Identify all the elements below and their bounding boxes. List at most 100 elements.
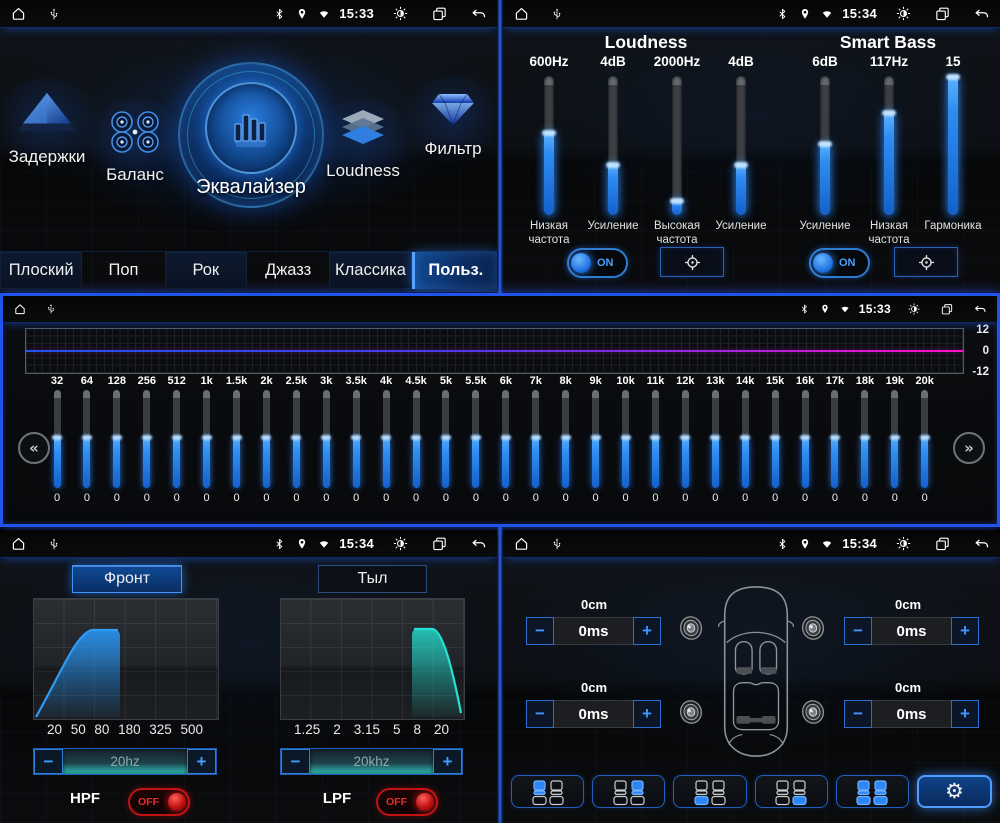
- hpf-off-toggle[interactable]: OFF: [128, 788, 190, 816]
- tab-front[interactable]: Фронт: [72, 565, 182, 593]
- eq-band-slider[interactable]: 12k 0: [671, 375, 699, 504]
- eq-band-slider[interactable]: 7k 0: [522, 375, 550, 504]
- slider-track[interactable]: [948, 76, 958, 215]
- brightness-icon[interactable]: [392, 535, 409, 552]
- brightness-icon[interactable]: [392, 5, 409, 22]
- eq-band-slider[interactable]: 5k 0: [432, 375, 460, 504]
- slider-track[interactable]: [608, 76, 618, 215]
- band-track[interactable]: [772, 390, 779, 488]
- eq-band-slider[interactable]: 128 0: [103, 375, 131, 504]
- smartbass-target-button[interactable]: [894, 247, 958, 277]
- slider-track[interactable]: [884, 76, 894, 215]
- band-track[interactable]: [383, 390, 390, 488]
- band-track[interactable]: [113, 390, 120, 488]
- band-track[interactable]: [861, 390, 868, 488]
- band-track[interactable]: [323, 390, 330, 488]
- eq-band-slider[interactable]: 3k 0: [312, 375, 340, 504]
- home-icon[interactable]: [13, 302, 27, 316]
- recents-icon[interactable]: [934, 535, 951, 552]
- eq-band-slider[interactable]: 8k 0: [552, 375, 580, 504]
- hpf-minus-button[interactable]: −: [34, 749, 63, 774]
- rear-left-plus-button[interactable]: +: [633, 700, 661, 728]
- eq-band-slider[interactable]: 1k 0: [193, 375, 221, 504]
- preset-tab-user[interactable]: Польз.: [412, 252, 497, 289]
- eq-band-slider[interactable]: 14k 0: [731, 375, 759, 504]
- front-right-minus-button[interactable]: −: [844, 617, 872, 645]
- vertical-slider[interactable]: 4dB Усиление: [709, 54, 773, 248]
- preset-tab-classic[interactable]: Классика: [329, 252, 411, 289]
- eq-band-slider[interactable]: 17k 0: [821, 375, 849, 504]
- home-icon[interactable]: [10, 5, 27, 22]
- lpf-off-toggle[interactable]: OFF: [376, 788, 438, 816]
- eq-band-slider[interactable]: 256 0: [133, 375, 161, 504]
- front-left-plus-button[interactable]: +: [633, 617, 661, 645]
- lpf-minus-button[interactable]: −: [281, 749, 310, 774]
- zone-button-all-seats[interactable]: [836, 775, 909, 808]
- home-icon[interactable]: [513, 5, 530, 22]
- eq-band-slider[interactable]: 10k 0: [612, 375, 640, 504]
- next-page-button[interactable]: »: [953, 432, 985, 464]
- brightness-icon[interactable]: [895, 5, 912, 22]
- eq-band-slider[interactable]: 20k 0: [911, 375, 939, 504]
- smartbass-on-toggle[interactable]: ON: [809, 248, 870, 278]
- slider-track[interactable]: [672, 76, 682, 215]
- home-icon[interactable]: [10, 535, 27, 552]
- eq-band-slider[interactable]: 18k 0: [851, 375, 879, 504]
- band-track[interactable]: [652, 390, 659, 488]
- back-icon[interactable]: [973, 535, 990, 552]
- band-track[interactable]: [263, 390, 270, 488]
- zone-button-rear-right[interactable]: [755, 775, 828, 808]
- band-track[interactable]: [712, 390, 719, 488]
- band-track[interactable]: [562, 390, 569, 488]
- band-track[interactable]: [413, 390, 420, 488]
- eq-band-slider[interactable]: 19k 0: [881, 375, 909, 504]
- eq-band-slider[interactable]: 2.5k 0: [282, 375, 310, 504]
- band-track[interactable]: [682, 390, 689, 488]
- eq-band-slider[interactable]: 5.5k 0: [462, 375, 490, 504]
- slider-track[interactable]: [736, 76, 746, 215]
- eq-band-slider[interactable]: 4.5k 0: [402, 375, 430, 504]
- band-track[interactable]: [891, 390, 898, 488]
- brightness-icon[interactable]: [907, 302, 921, 316]
- band-track[interactable]: [921, 390, 928, 488]
- front-right-plus-button[interactable]: +: [951, 617, 979, 645]
- band-track[interactable]: [472, 390, 479, 488]
- vertical-slider[interactable]: 6dB Усиление: [793, 54, 857, 248]
- recents-icon[interactable]: [431, 5, 448, 22]
- brightness-icon[interactable]: [895, 535, 912, 552]
- menu-item-filter[interactable]: Фильтр: [410, 88, 496, 159]
- band-track[interactable]: [442, 390, 449, 488]
- lpf-plus-button[interactable]: +: [433, 749, 462, 774]
- back-icon[interactable]: [973, 302, 987, 316]
- eq-band-slider[interactable]: 9k 0: [582, 375, 610, 504]
- slider-track[interactable]: [820, 76, 830, 215]
- eq-band-slider[interactable]: 512 0: [163, 375, 191, 504]
- eq-band-slider[interactable]: 1.5k 0: [223, 375, 251, 504]
- front-left-minus-button[interactable]: −: [526, 617, 554, 645]
- band-track[interactable]: [203, 390, 210, 488]
- recents-icon[interactable]: [431, 535, 448, 552]
- zone-button-front-left[interactable]: [511, 775, 584, 808]
- eq-band-slider[interactable]: 11k 0: [641, 375, 669, 504]
- loudness-target-button[interactable]: [660, 247, 724, 277]
- hpf-slider-bar[interactable]: 20hz: [63, 749, 187, 774]
- menu-item-delays[interactable]: Задержки: [2, 90, 92, 167]
- home-icon[interactable]: [513, 535, 530, 552]
- band-track[interactable]: [802, 390, 809, 488]
- eq-band-slider[interactable]: 13k 0: [701, 375, 729, 504]
- eq-band-slider[interactable]: 15k 0: [761, 375, 789, 504]
- band-track[interactable]: [233, 390, 240, 488]
- zone-button-front-right[interactable]: [592, 775, 665, 808]
- preset-tab-flat[interactable]: Плоский: [0, 252, 82, 289]
- loudness-on-toggle[interactable]: ON: [567, 248, 628, 278]
- eq-band-slider[interactable]: 4k 0: [372, 375, 400, 504]
- recents-icon[interactable]: [934, 5, 951, 22]
- eq-band-slider[interactable]: 2k 0: [252, 375, 280, 504]
- preset-tab-pop[interactable]: Поп: [82, 252, 164, 289]
- vertical-slider[interactable]: 600Hz Низкая частота: [517, 54, 581, 248]
- menu-item-balance[interactable]: Баланс: [92, 110, 178, 185]
- preset-tab-jazz[interactable]: Джазз: [247, 252, 329, 289]
- rear-left-minus-button[interactable]: −: [526, 700, 554, 728]
- zone-button-rear-left[interactable]: [673, 775, 746, 808]
- lpf-slider-bar[interactable]: 20khz: [310, 749, 433, 774]
